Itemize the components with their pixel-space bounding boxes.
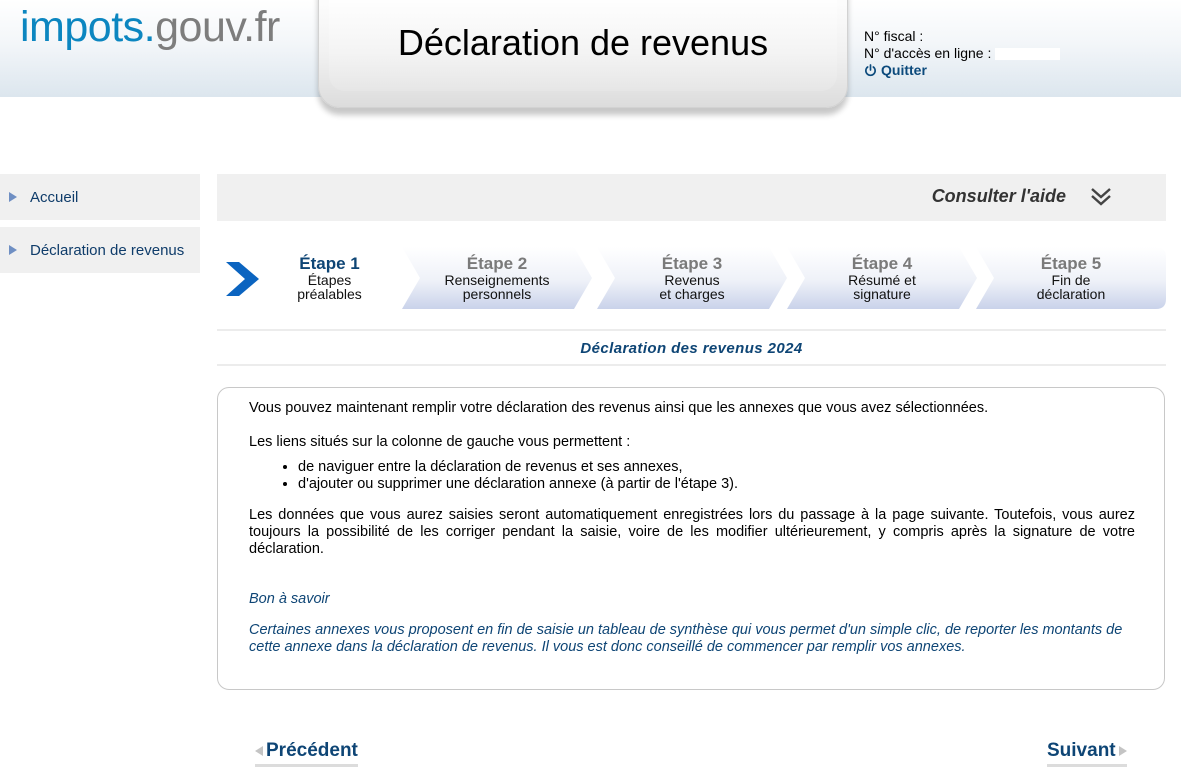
links-list: de naviguer entre la déclaration de reve… [249,459,1135,493]
declaration-title: Déclaration des revenus 2024 [580,340,803,357]
tip-title: Bon à savoir [249,591,330,607]
step-subtitle-line1: Résumé et [848,272,916,288]
step-title: Étape 2 [466,254,528,273]
power-icon [865,64,876,77]
data-paragraph: Les données que vous aurez saisies seron… [249,507,1135,557]
step-subtitle-line2: préalables [297,286,362,302]
step-subtitle-line2: déclaration [1036,286,1106,302]
links-paragraph: Les liens situés sur la colonne de gauch… [249,434,631,450]
next-button[interactable]: Suivant [1047,740,1127,767]
site-header: impots.gouv.fr Déclaration de revenus N°… [0,0,1181,108]
triangle-right-icon [9,245,17,255]
step-progress: Étape 1 Étapes préalables Étape 2 Rensei… [217,247,1166,309]
user-info: N° fiscal : N° d'accès en ligne : Quitte… [864,28,1061,79]
step-subtitle-line2: personnels [462,286,532,302]
divider [217,364,1166,366]
step-subtitle-line1: Étapes [307,272,352,288]
step-5: Étape 5 Fin de déclaration [976,247,1166,309]
sidebar-item-label: Déclaration de revenus [30,241,185,259]
tip-text: Certaines annexes vous proposent en fin … [249,622,1123,655]
step-subtitle-line2: signature [853,286,911,302]
fiscal-number: N° fiscal : [864,28,924,44]
quit-button[interactable]: Quitter [864,62,1060,79]
step-1: Étape 1 Étapes préalables [217,247,402,309]
arrow-right-icon [1118,746,1127,756]
step-4: Étape 4 Résumé et signature [787,247,977,309]
previous-label: Précédent [266,740,358,761]
list-item: de naviguer entre la déclaration de reve… [298,459,1135,476]
step-subtitle-line1: Renseignements [444,272,550,288]
intro-paragraph: Vous pouvez maintenant remplir votre déc… [249,400,989,416]
step-3: Étape 3 Revenus et charges [597,247,787,309]
sidebar-item-accueil[interactable]: Accueil [0,174,200,220]
divider [217,329,1166,331]
step-subtitle-line1: Fin de [1051,272,1091,288]
step-title: Étape 4 [851,254,913,273]
info-panel: Vous pouvez maintenant remplir votre déc… [217,387,1165,690]
step-current-arrow-icon [226,262,259,296]
step-2: Étape 2 Renseignements personnels [402,247,592,309]
step-title: Étape 1 [299,254,360,273]
step-subtitle-line2: et charges [659,286,725,302]
double-chevron-down-icon[interactable] [1088,184,1114,210]
quit-label: Quitter [881,62,927,78]
step-title: Étape 3 [661,254,723,273]
list-item: d'ajouter ou supprimer une déclaration a… [298,476,1135,493]
sidebar: Accueil Déclaration de revenus [0,174,200,280]
access-number: N° d'accès en ligne : [864,45,1061,62]
arrow-left-icon [255,746,263,756]
help-bar: Consulter l'aide [217,174,1166,221]
triangle-right-icon [9,192,17,202]
page-title: Déclaration de revenus [397,22,769,63]
impots-logo[interactable]: impots.gouv.fr [20,2,280,52]
redacted-value [995,48,1061,61]
sidebar-item-declaration[interactable]: Déclaration de revenus [0,227,200,273]
page-title-box: Déclaration de revenus [318,0,848,108]
step-subtitle-line1: Revenus [664,272,720,288]
help-link[interactable]: Consulter l'aide [932,186,1066,207]
next-label: Suivant [1047,740,1116,761]
sidebar-item-label: Accueil [30,188,79,206]
step-title: Étape 5 [1040,254,1102,273]
previous-button[interactable]: Précédent [255,740,358,767]
